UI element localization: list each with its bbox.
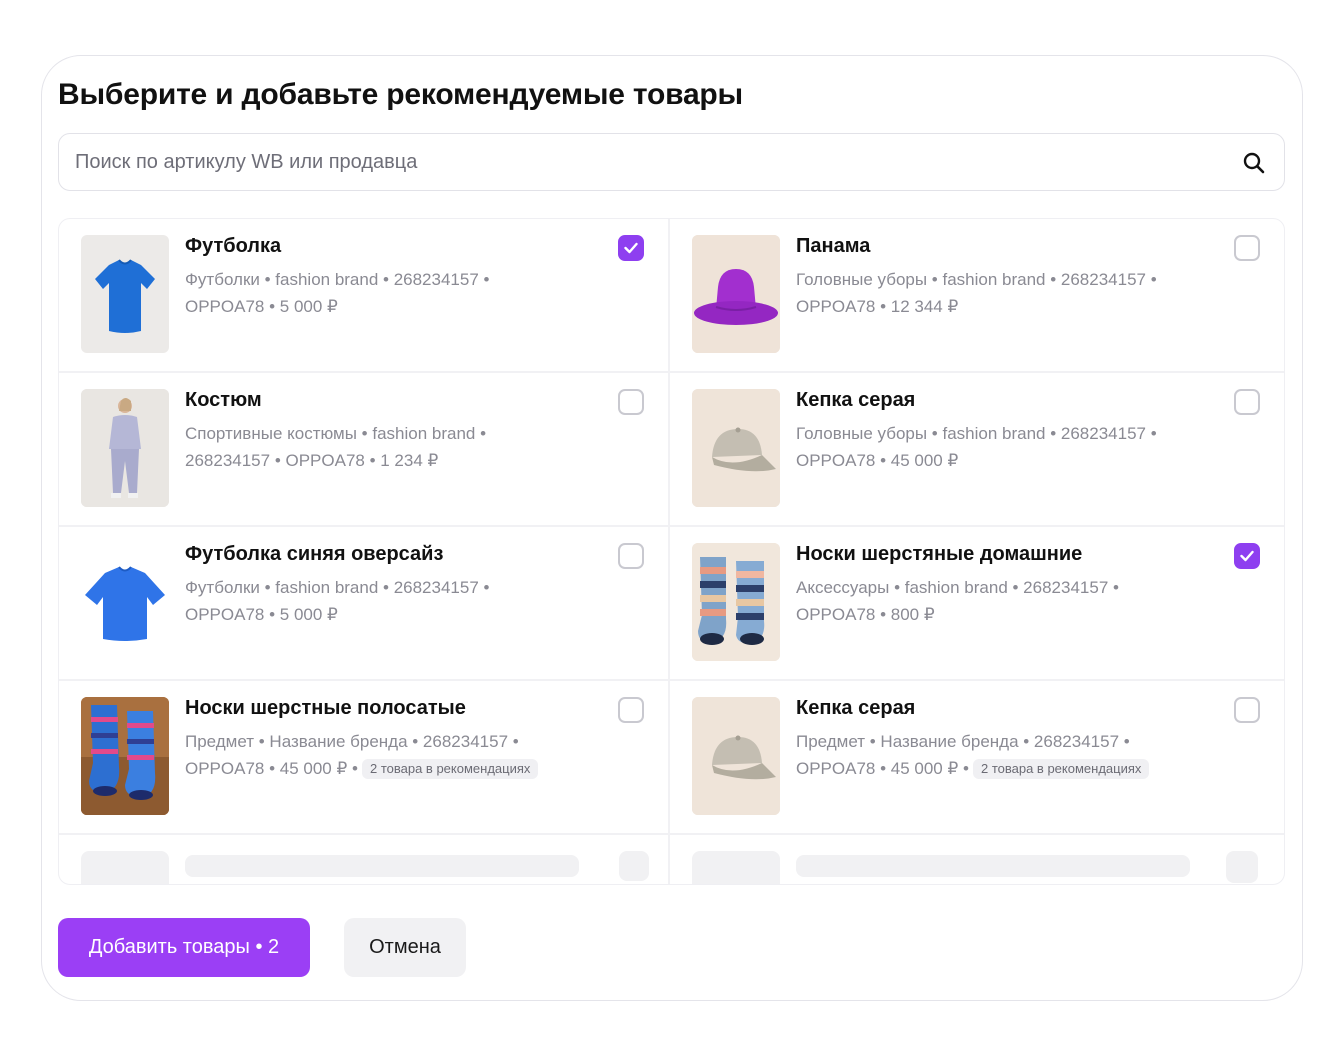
product-checkbox[interactable]	[618, 235, 644, 261]
product-image	[692, 235, 780, 353]
product-meta-line: OPPOA78 • 45 000 ₽ • 2 товара в рекоменда…	[185, 755, 585, 782]
loading-placeholder-card	[670, 835, 1284, 884]
loading-placeholder-card	[59, 835, 670, 884]
product-name: Костюм	[185, 389, 262, 411]
product-image	[81, 235, 169, 353]
cancel-button[interactable]: Отмена	[344, 918, 466, 977]
product-meta: Предмет • Название бренда • 268234157 • …	[185, 728, 585, 782]
product-meta-line: Предмет • Название бренда • 268234157 •	[796, 732, 1130, 751]
product-meta-line: Футболки • fashion brand • 268234157 •	[185, 578, 490, 597]
product-card[interactable]: Футболка Футболки • fashion brand • 2682…	[59, 219, 670, 373]
product-image	[692, 389, 780, 507]
product-meta-line: Аксессуары • fashion brand • 268234157 •	[796, 578, 1119, 597]
search-icon[interactable]	[1242, 151, 1266, 175]
product-meta: Футболки • fashion brand • 268234157 • O…	[185, 574, 585, 628]
product-card[interactable]: Кепка серая Предмет • Название бренда • …	[670, 681, 1284, 835]
product-checkbox[interactable]	[1234, 697, 1260, 723]
skeleton-image	[692, 851, 780, 884]
product-name: Панама	[796, 235, 871, 257]
product-checkbox[interactable]	[1234, 543, 1260, 569]
search-box	[58, 133, 1285, 191]
product-name: Носки шерстяные домашние	[796, 543, 1083, 565]
product-checkbox[interactable]	[618, 389, 644, 415]
skeleton-image	[81, 851, 169, 884]
product-meta-line: OPPOA78 • 45 000 ₽ • 2 товара в рекоменда…	[796, 755, 1196, 782]
product-meta-line: 268234157 • OPPOA78 • 1 234 ₽	[185, 451, 439, 470]
product-card[interactable]: Кепка серая Головные уборы • fashion bra…	[670, 373, 1284, 527]
product-meta-line: Спортивные костюмы • fashion brand •	[185, 424, 487, 443]
product-meta-line: Головные уборы • fashion brand • 2682341…	[796, 270, 1157, 289]
product-image	[692, 543, 780, 661]
product-name: Кепка серая	[796, 389, 916, 411]
product-meta: Головные уборы • fashion brand • 2682341…	[796, 266, 1196, 320]
product-checkbox[interactable]	[1234, 235, 1260, 261]
product-meta-line: Головные уборы • fashion brand • 2682341…	[796, 424, 1157, 443]
product-name: Футболка синяя оверсайз	[185, 543, 444, 565]
product-meta: Предмет • Название бренда • 268234157 • …	[796, 728, 1196, 782]
product-meta-line: OPPOA78 • 45 000 ₽ •	[796, 759, 969, 778]
check-icon	[624, 242, 638, 254]
dialog-title: Выберите и добавьте рекомендуемые товары	[58, 78, 743, 111]
product-image	[81, 697, 169, 815]
product-meta-line: OPPOA78 • 800 ₽	[796, 605, 935, 624]
product-name: Кепка серая	[796, 697, 916, 719]
product-card[interactable]: Футболка синяя оверсайз Футболки • fashi…	[59, 527, 670, 681]
add-products-button[interactable]: Добавить товары • 2	[58, 918, 310, 977]
product-meta-line: OPPOA78 • 5 000 ₽	[185, 297, 338, 316]
skeleton-checkbox	[1226, 851, 1258, 883]
product-checkbox[interactable]	[618, 543, 644, 569]
product-list: Футболка Футболки • fashion brand • 2682…	[58, 218, 1285, 885]
product-name: Носки шерстные полосатые	[185, 697, 466, 719]
product-meta-line: OPPOA78 • 45 000 ₽	[796, 451, 959, 470]
product-meta-line: OPPOA78 • 5 000 ₽	[185, 605, 338, 624]
product-meta-line: Футболки • fashion brand • 268234157 •	[185, 270, 490, 289]
product-meta: Аксессуары • fashion brand • 268234157 •…	[796, 574, 1196, 628]
recommendations-badge: 2 товара в рекомендациях	[972, 759, 1150, 779]
product-card[interactable]: Панама Головные уборы • fashion brand • …	[670, 219, 1284, 373]
product-card[interactable]: Носки шерстные полосатые Предмет • Назва…	[59, 681, 670, 835]
skeleton-checkbox	[619, 851, 649, 881]
product-meta: Спортивные костюмы • fashion brand • 268…	[185, 420, 585, 474]
search-input[interactable]	[59, 134, 1219, 190]
product-image	[81, 389, 169, 507]
product-meta-line: Предмет • Название бренда • 268234157 •	[185, 732, 519, 751]
skeleton-text	[185, 855, 579, 877]
product-image	[81, 543, 169, 661]
recommendations-badge: 2 товара в рекомендациях	[361, 759, 539, 779]
product-image	[692, 697, 780, 815]
product-meta: Головные уборы • fashion brand • 2682341…	[796, 420, 1196, 474]
product-checkbox[interactable]	[618, 697, 644, 723]
product-card[interactable]: Носки шерстяные домашние Аксессуары • fa…	[670, 527, 1284, 681]
product-meta: Футболки • fashion brand • 268234157 • O…	[185, 266, 585, 320]
product-checkbox[interactable]	[1234, 389, 1260, 415]
product-meta-line: OPPOA78 • 12 344 ₽	[796, 297, 959, 316]
product-name: Футболка	[185, 235, 282, 257]
recommended-products-dialog: Выберите и добавьте рекомендуемые товары…	[41, 55, 1303, 1001]
product-meta-line: OPPOA78 • 45 000 ₽ •	[185, 759, 358, 778]
product-card[interactable]: Костюм Спортивные костюмы • fashion bran…	[59, 373, 670, 527]
check-icon	[1240, 550, 1254, 562]
skeleton-text	[796, 855, 1190, 877]
